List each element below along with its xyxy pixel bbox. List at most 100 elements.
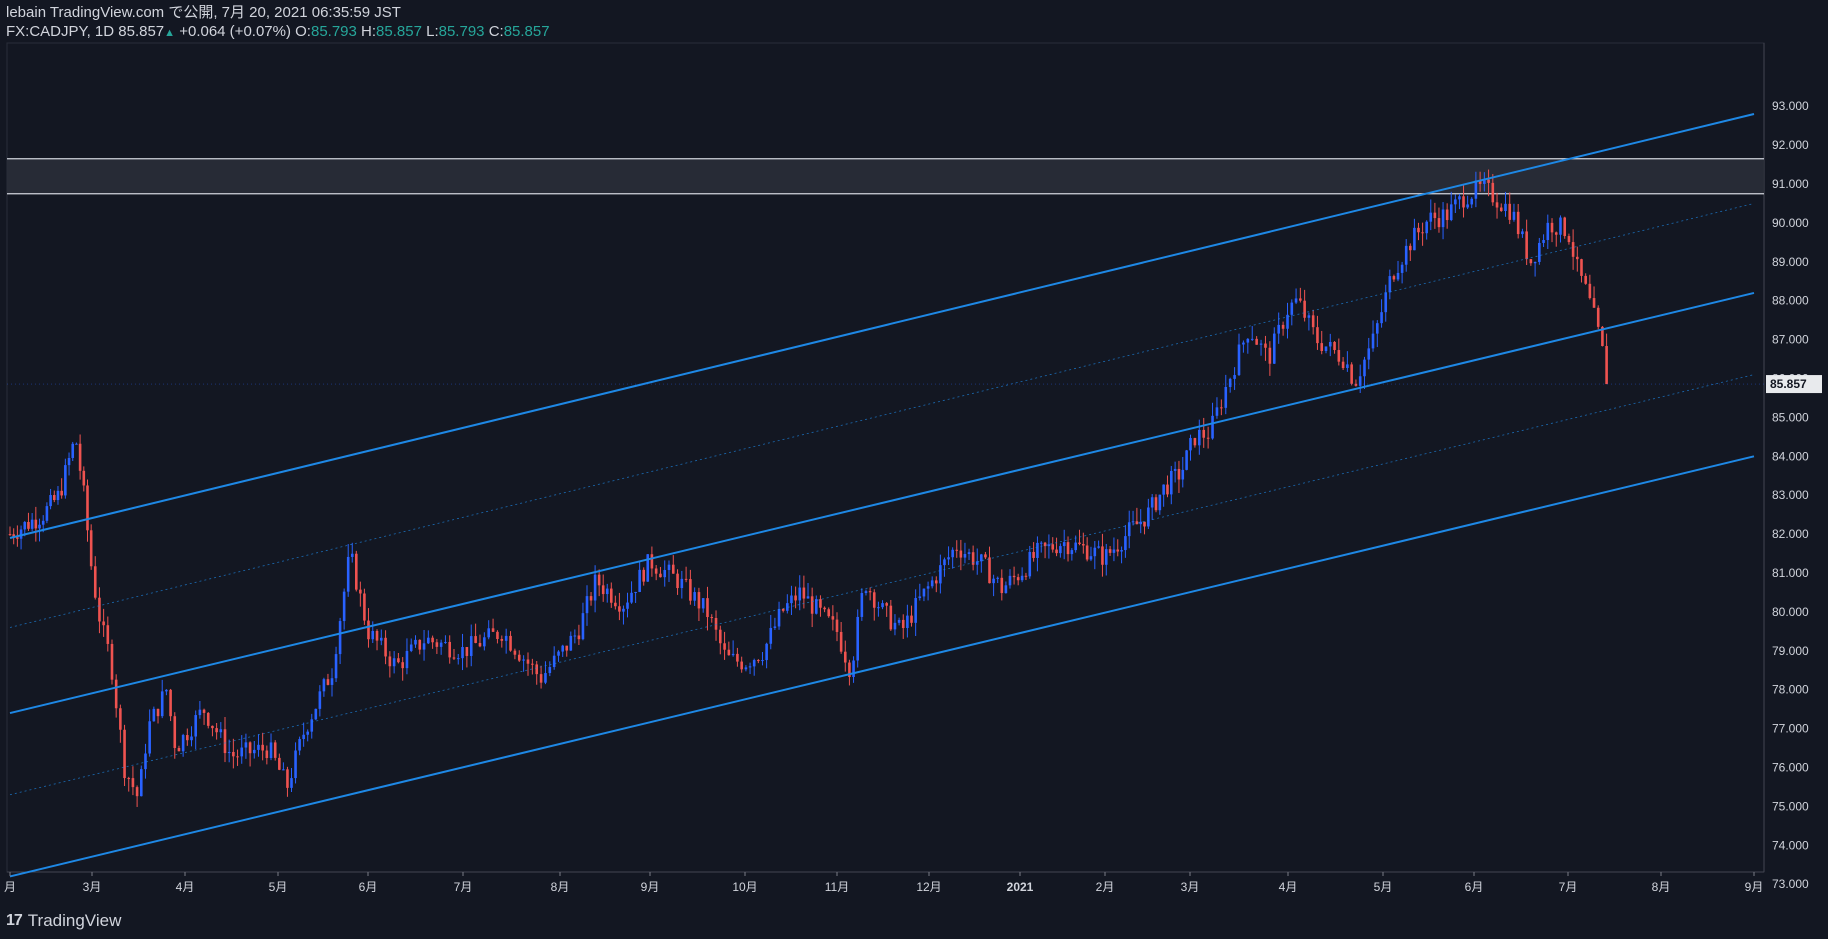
candle (152, 708, 156, 722)
candle (384, 637, 387, 657)
price-tick-label: 78.000 (1772, 683, 1809, 697)
candle (211, 725, 214, 729)
candle (561, 645, 564, 652)
candle (748, 666, 752, 668)
candle (1255, 338, 1258, 345)
candle (1554, 232, 1558, 235)
candle (165, 689, 168, 692)
candle (1104, 549, 1108, 565)
candle (1437, 218, 1441, 228)
candle (569, 635, 573, 651)
candle (318, 691, 322, 709)
candle (881, 603, 884, 608)
candle (1131, 521, 1135, 523)
candle (1592, 298, 1596, 308)
candle (910, 615, 913, 623)
candle (375, 630, 379, 641)
candle (265, 750, 269, 759)
time-tick-label: 10月 (732, 880, 757, 894)
candle (967, 552, 971, 554)
channel-line-mid-lower-dotted (9, 374, 1755, 796)
candle (509, 635, 512, 651)
candle (992, 578, 995, 584)
candle (52, 495, 56, 501)
candle (765, 643, 768, 661)
candle (988, 557, 991, 584)
candle (1224, 386, 1228, 408)
candle (244, 742, 248, 748)
candle (827, 609, 831, 617)
candle (781, 608, 785, 611)
candle (1576, 256, 1579, 260)
tradingview-logo-icon: 17 (6, 912, 23, 929)
candle (334, 654, 338, 679)
candle (955, 549, 959, 551)
candle (1580, 259, 1583, 276)
time-tick-label: 7月 (1559, 880, 1578, 894)
candle (461, 647, 464, 659)
candle (219, 729, 223, 733)
candle (41, 520, 45, 525)
price-tick-label: 76.000 (1772, 761, 1809, 775)
candle (897, 619, 901, 623)
candle (30, 519, 34, 529)
candle (654, 568, 658, 574)
candle (872, 592, 876, 608)
price-tick-label: 85.000 (1772, 410, 1809, 424)
candle (906, 615, 909, 629)
candle (1508, 203, 1512, 220)
candle (227, 751, 231, 754)
candle (1059, 546, 1062, 554)
candle (1409, 245, 1412, 251)
candle (483, 637, 486, 647)
candle (465, 647, 469, 656)
candle (622, 608, 625, 612)
candle (110, 643, 114, 680)
price-tick-label: 87.000 (1772, 333, 1809, 347)
candle (1206, 437, 1210, 439)
candle (539, 674, 543, 683)
candle (531, 663, 534, 665)
candle (1454, 199, 1457, 205)
candle (504, 635, 508, 641)
candle (701, 598, 705, 609)
candle (1047, 544, 1051, 547)
candle (548, 667, 552, 674)
candle (597, 574, 601, 586)
candle (1220, 407, 1223, 409)
candle (659, 573, 662, 578)
candle (232, 751, 235, 757)
time-tick-label: 3月 (83, 880, 102, 894)
candle (1085, 545, 1089, 560)
candle (689, 579, 692, 601)
candle (431, 637, 434, 643)
candle (676, 573, 679, 589)
candle (282, 769, 285, 771)
time-tick-label: 8月 (1652, 880, 1671, 894)
candle (93, 566, 97, 598)
candle (491, 628, 495, 632)
candle (1093, 547, 1097, 557)
candle (273, 742, 277, 758)
candle (127, 778, 131, 780)
candle (1516, 211, 1520, 235)
channel-line-mid-upper-dotted (9, 203, 1755, 628)
time-tick-label: 3月 (1181, 880, 1200, 894)
candle (757, 660, 760, 662)
candle (794, 595, 797, 601)
candle (202, 709, 206, 713)
candle (1571, 242, 1575, 257)
price-chart[interactable]: 73.000 74.000 75.000 76.000 77.000 78.000 79.0… (0, 0, 1828, 939)
candle (1032, 551, 1035, 558)
candle (1020, 575, 1024, 581)
candle (363, 593, 366, 621)
time-tick-label: 5月 (269, 880, 288, 894)
candle (359, 589, 362, 594)
candle (1294, 298, 1298, 303)
candle (67, 457, 71, 466)
candle (901, 619, 905, 629)
candle (148, 721, 151, 754)
candle (1166, 484, 1169, 495)
candle (684, 578, 688, 580)
candle (593, 574, 597, 601)
